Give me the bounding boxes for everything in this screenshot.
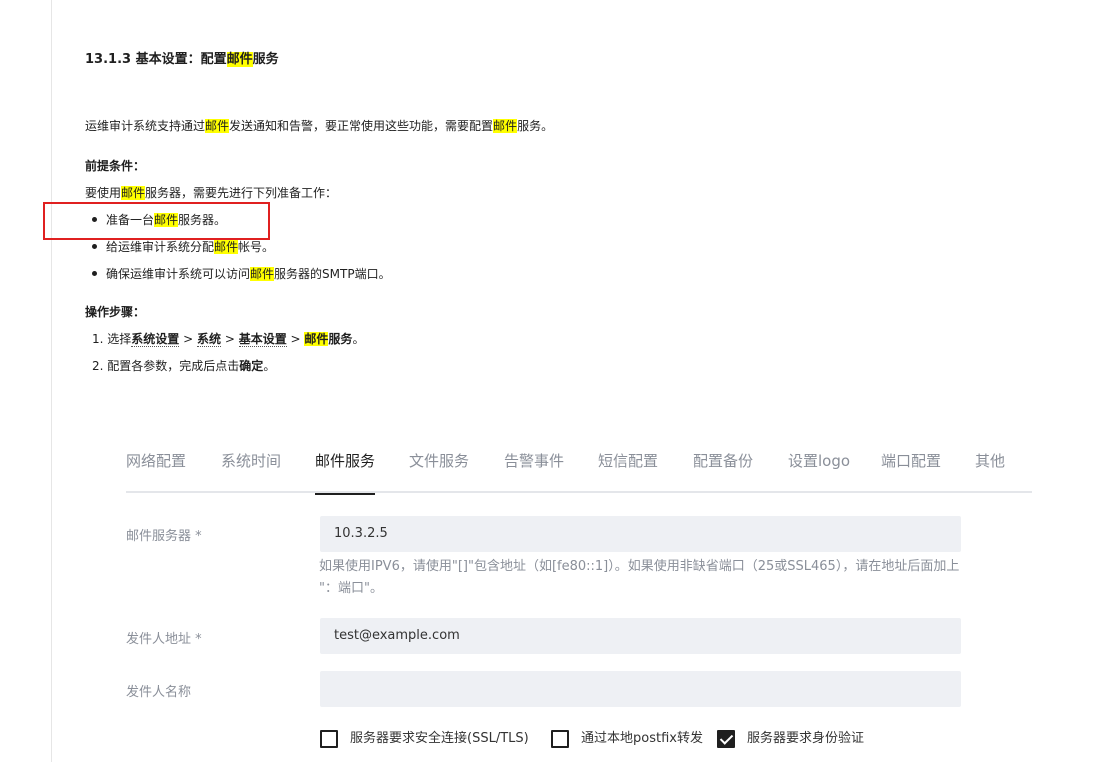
nav-path-basic-settings: 基本设置 [238, 332, 287, 347]
list-item: 给运维审计系统分配邮件帐号。 [92, 238, 274, 256]
nav-path-system: 系统 [197, 332, 222, 347]
step-2: 2. 配置各参数，完成后点击确定。 [92, 359, 276, 373]
postfix-relay-label: 通过本地postfix转发 [581, 731, 703, 746]
tab-alarm-events[interactable]: 告警事件 [504, 448, 564, 493]
sender-address-input[interactable]: test@example.com [320, 618, 961, 654]
tab-backup[interactable]: 配置备份 [693, 448, 753, 493]
steps-heading: 操作步骤： [85, 305, 146, 319]
intro-paragraph: 运维审计系统支持通过邮件发送通知和告警，要正常使用这些功能，需要配置邮件服务。 [85, 119, 554, 133]
nav-path-mail-service: 邮件服务 [304, 332, 353, 346]
tab-logo[interactable]: 设置logo [788, 448, 850, 493]
sender-address-label: 发件人地址 * [126, 632, 202, 647]
mail-server-input[interactable]: 10.3.2.5 [320, 516, 961, 552]
prereq-heading: 前提条件： [85, 159, 146, 173]
tab-mail-service[interactable]: 邮件服务 [315, 448, 376, 495]
tab-ports[interactable]: 端口配置 [881, 448, 941, 493]
tab-other[interactable]: 其他 [975, 448, 1005, 493]
nav-path-system-settings: 系统设置 [131, 332, 180, 347]
tab-sms[interactable]: 短信配置 [598, 448, 658, 493]
annotation-highlight-box [43, 202, 270, 240]
tab-file-service[interactable]: 文件服务 [409, 448, 469, 493]
auth-required-checkbox[interactable] [717, 730, 735, 748]
mail-server-hint: 如果使用IPV6，请使用"[]"包含地址（如[fe80::1]）。如果使用非缺省… [319, 559, 960, 596]
mail-server-label: 邮件服务器 * [126, 529, 202, 544]
page-left-border [51, 0, 52, 762]
prereq-lead: 要使用邮件服务器，需要先进行下列准备工作： [85, 186, 338, 200]
postfix-relay-checkbox[interactable] [551, 730, 569, 748]
tab-system-time[interactable]: 系统时间 [221, 448, 281, 493]
sender-name-label: 发件人名称 [126, 685, 192, 700]
section-title: 13.1.3 基本设置：配置邮件服务 [85, 52, 279, 67]
step-1: 1. 选择系统设置 > 系统 > 基本设置 > 邮件服务。 [92, 332, 365, 347]
list-item: 确保运维审计系统可以访问邮件服务器的SMTP端口。 [92, 265, 391, 283]
auth-required-label: 服务器要求身份验证 [747, 731, 865, 746]
mail-settings-screenshot: 网络配置 系统时间 邮件服务 文件服务 告警事件 短信配置 配置备份 设置log… [0, 0, 1112, 762]
ssl-tls-label: 服务器要求安全连接(SSL/TLS) [350, 731, 529, 746]
sender-name-input[interactable] [320, 671, 961, 707]
tab-network[interactable]: 网络配置 [126, 448, 186, 493]
settings-tab-bar: 网络配置 系统时间 邮件服务 文件服务 告警事件 短信配置 配置备份 设置log… [126, 448, 1032, 495]
ssl-tls-checkbox[interactable] [320, 730, 338, 748]
